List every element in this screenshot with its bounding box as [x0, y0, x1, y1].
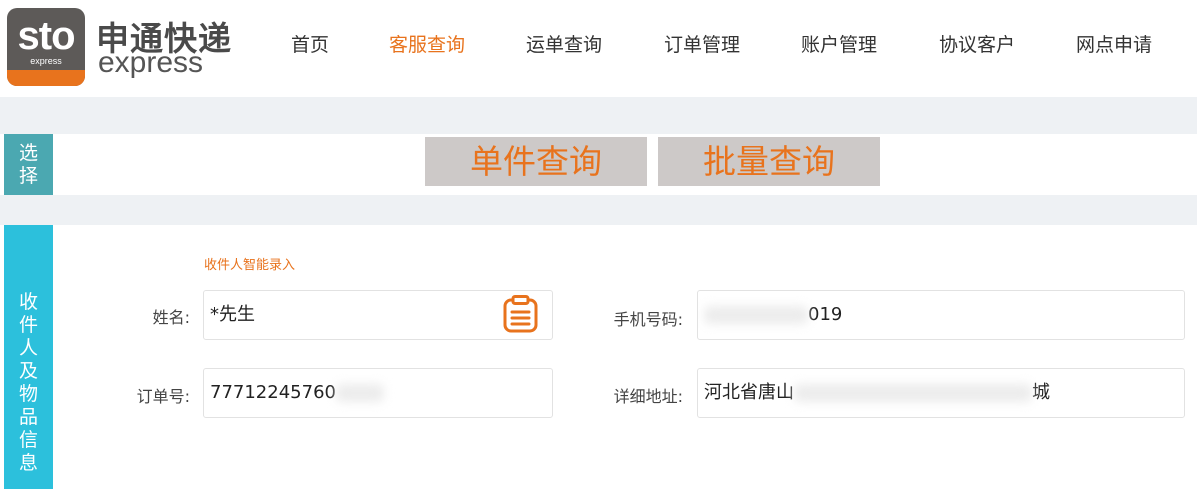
sto-logo-icon[interactable]: sto express — [7, 8, 85, 86]
select-side-label: 选 择 — [4, 134, 53, 195]
logo-mark-text: sto — [17, 14, 76, 58]
nav-item-outlet-application[interactable]: 网点申请 — [1076, 30, 1152, 57]
side-label-char: 择 — [18, 164, 38, 187]
site-header: sto express 申通快递 express 首页 客服查询 运单查询 订单… — [0, 0, 1197, 97]
nav-item-customer-service[interactable]: 客服查询 — [389, 30, 465, 57]
logo-mark-subtext: express — [30, 56, 62, 66]
name-label: 姓名: — [152, 308, 190, 327]
side-label-char: 息 — [18, 452, 38, 474]
recipient-info-side-label: 收 件 人 及 物 品 信 息 — [4, 225, 53, 489]
name-field[interactable]: *先生 — [203, 290, 553, 340]
nav-item-account-management[interactable]: 账户管理 — [801, 30, 877, 57]
name-value: *先生 — [210, 304, 255, 325]
phone-field[interactable]: 019 — [697, 290, 1185, 340]
side-label-char: 信 — [18, 429, 38, 451]
nav-item-home[interactable]: 首页 — [291, 30, 329, 57]
phone-value-visible: 019 — [808, 304, 843, 325]
side-label-char: 人 — [18, 337, 38, 359]
nav-item-contract-customer[interactable]: 协议客户 — [939, 30, 1015, 57]
logo-stripe — [7, 70, 85, 86]
blurred-redaction — [335, 384, 384, 402]
order-number-value: 77712245760 — [210, 382, 336, 403]
address-value-start: 河北省唐山 — [704, 382, 794, 403]
smart-entry-link[interactable]: 收件人智能录入 — [204, 254, 295, 273]
blurred-redaction — [794, 384, 1032, 402]
phone-label: 手机号码: — [613, 310, 683, 329]
logo-name-en: express — [98, 46, 204, 79]
separator-band — [0, 97, 1197, 134]
clipboard-icon[interactable] — [502, 295, 539, 333]
order-number-field[interactable]: 77712245760 — [203, 368, 553, 418]
side-label-char: 收 — [18, 291, 38, 313]
side-label-char: 选 — [18, 141, 38, 164]
side-label-char: 品 — [18, 406, 38, 428]
address-value-end: 城 — [1032, 382, 1050, 403]
nav-item-order-management[interactable]: 订单管理 — [664, 30, 740, 57]
side-label-char: 物 — [18, 383, 38, 405]
separator-band — [0, 195, 1197, 225]
address-field[interactable]: 河北省唐山 城 — [697, 368, 1185, 418]
tab-batch-query[interactable]: 批量查询 — [658, 137, 880, 186]
side-label-char: 件 — [18, 314, 38, 336]
tab-single-query[interactable]: 单件查询 — [425, 137, 647, 186]
order-number-label: 订单号: — [136, 387, 190, 406]
side-label-char: 及 — [18, 360, 38, 382]
address-label: 详细地址: — [613, 387, 683, 406]
blurred-redaction — [704, 306, 808, 324]
nav-item-waybill-query[interactable]: 运单查询 — [526, 30, 602, 57]
